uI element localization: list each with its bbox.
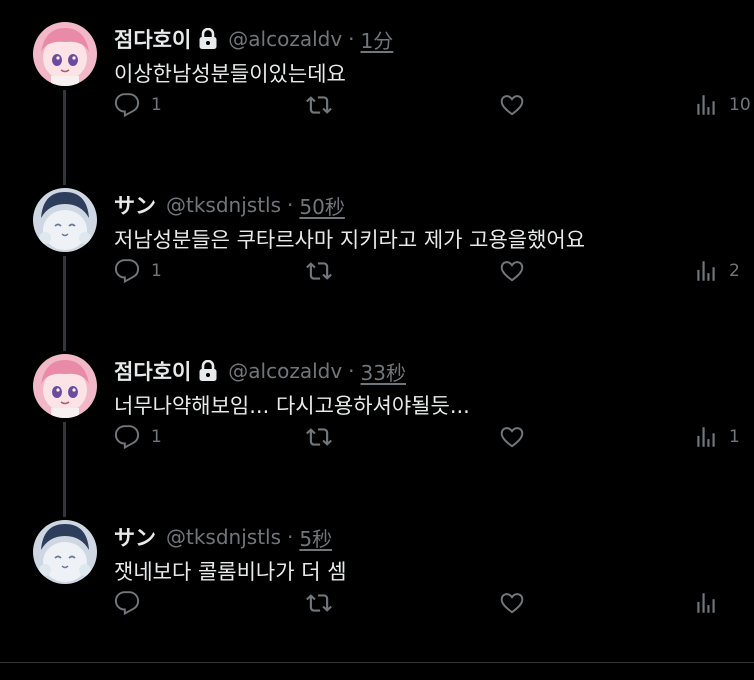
views-button[interactable]: 2 <box>693 258 740 284</box>
retweet-button[interactable] <box>304 92 344 118</box>
heart-icon <box>500 593 524 614</box>
reply-button[interactable]: 1 <box>113 92 162 118</box>
user-handle[interactable]: @alcozaldv <box>228 27 342 51</box>
view-count: 1 <box>729 427 740 447</box>
like-button[interactable] <box>498 258 536 284</box>
view-count: 2 <box>729 261 740 281</box>
reply-icon <box>114 591 140 616</box>
reply-button[interactable] <box>113 590 151 616</box>
views-chart-icon <box>697 593 715 613</box>
timestamp-link[interactable]: 33秒 <box>361 357 406 386</box>
reply-count: 1 <box>151 95 162 115</box>
separator-dot: · <box>348 359 355 383</box>
retweet-icon <box>306 262 332 280</box>
like-button[interactable] <box>498 590 536 616</box>
reply-button[interactable]: 1 <box>113 424 162 450</box>
avatar[interactable] <box>33 22 97 86</box>
tweet-text: 잿네보다 콜롬비나가 더 셈 <box>114 560 347 584</box>
user-handle[interactable]: @alcozaldv <box>228 359 342 383</box>
reply-icon <box>114 259 140 284</box>
display-name[interactable]: 점다호이 <box>114 356 191 386</box>
separator-dot: · <box>348 27 355 51</box>
display-name[interactable]: サン <box>114 190 156 220</box>
display-name[interactable]: 점다호이 <box>114 24 191 54</box>
tweet[interactable]: 점다호이 @alcozaldv · 33秒 너무나약해보임... 다시고용하셔야… <box>0 332 754 498</box>
display-name[interactable]: サン <box>114 522 156 552</box>
lock-icon <box>198 360 218 382</box>
views-button[interactable]: 10 <box>693 92 751 118</box>
like-button[interactable] <box>498 92 536 118</box>
avatar[interactable] <box>33 520 97 584</box>
heart-icon <box>500 261 524 282</box>
avatar[interactable] <box>33 188 97 252</box>
lock-icon <box>198 28 218 50</box>
tweet-text: 너무나약해보임... 다시고용하셔야될듯... <box>114 394 470 418</box>
retweet-button[interactable] <box>304 590 344 616</box>
reply-count: 1 <box>151 427 162 447</box>
like-button[interactable] <box>498 424 536 450</box>
views-chart-icon <box>697 427 715 447</box>
timestamp-link[interactable]: 1分 <box>361 25 394 54</box>
views-chart-icon <box>697 95 715 115</box>
separator-dot: · <box>287 193 294 217</box>
tweet[interactable]: サン @tksdnjstls · 50秒 저남성분들은 쿠타르사마 지키라고 제… <box>0 166 754 332</box>
views-chart-icon <box>697 261 715 281</box>
reply-count: 1 <box>151 261 162 281</box>
tweet-actions: 1 10 <box>0 92 754 122</box>
retweet-icon <box>306 594 332 612</box>
tweet-text: 저남성분들은 쿠타르사마 지키라고 제가 고용을했어요 <box>114 228 586 252</box>
heart-icon <box>500 95 524 116</box>
separator-dot: · <box>287 525 294 549</box>
tweet-actions: 1 2 <box>0 258 754 288</box>
reply-icon <box>114 93 140 118</box>
user-handle[interactable]: @tksdnjstls <box>166 525 281 549</box>
user-handle[interactable]: @tksdnjstls <box>166 193 281 217</box>
heart-icon <box>500 427 524 448</box>
retweet-button[interactable] <box>304 258 344 284</box>
views-button[interactable]: 1 <box>693 424 740 450</box>
view-count: 10 <box>729 95 751 115</box>
views-button[interactable] <box>693 590 729 616</box>
tweet-text: 이상한남성분들이있는데요 <box>114 62 346 86</box>
tweet[interactable]: サン @tksdnjstls · 5秒 잿네보다 콜롬비나가 더 셈 <box>0 498 754 664</box>
retweet-icon <box>306 428 332 446</box>
timeline-thread: 점다호이 @alcozaldv · 1分 이상한남성분들이있는데요 1 10 サ… <box>0 0 754 680</box>
timestamp-link[interactable]: 50秒 <box>299 191 344 220</box>
tweet[interactable]: 점다호이 @alcozaldv · 1分 이상한남성분들이있는데요 1 10 <box>0 0 754 166</box>
reply-button[interactable]: 1 <box>113 258 162 284</box>
reply-icon <box>114 425 140 450</box>
retweet-button[interactable] <box>304 424 344 450</box>
avatar[interactable] <box>33 354 97 418</box>
tweet-actions <box>0 590 754 620</box>
timestamp-link[interactable]: 5秒 <box>299 523 332 552</box>
retweet-icon <box>306 96 332 114</box>
tweet-actions: 1 1 <box>0 424 754 454</box>
divider <box>0 662 754 663</box>
